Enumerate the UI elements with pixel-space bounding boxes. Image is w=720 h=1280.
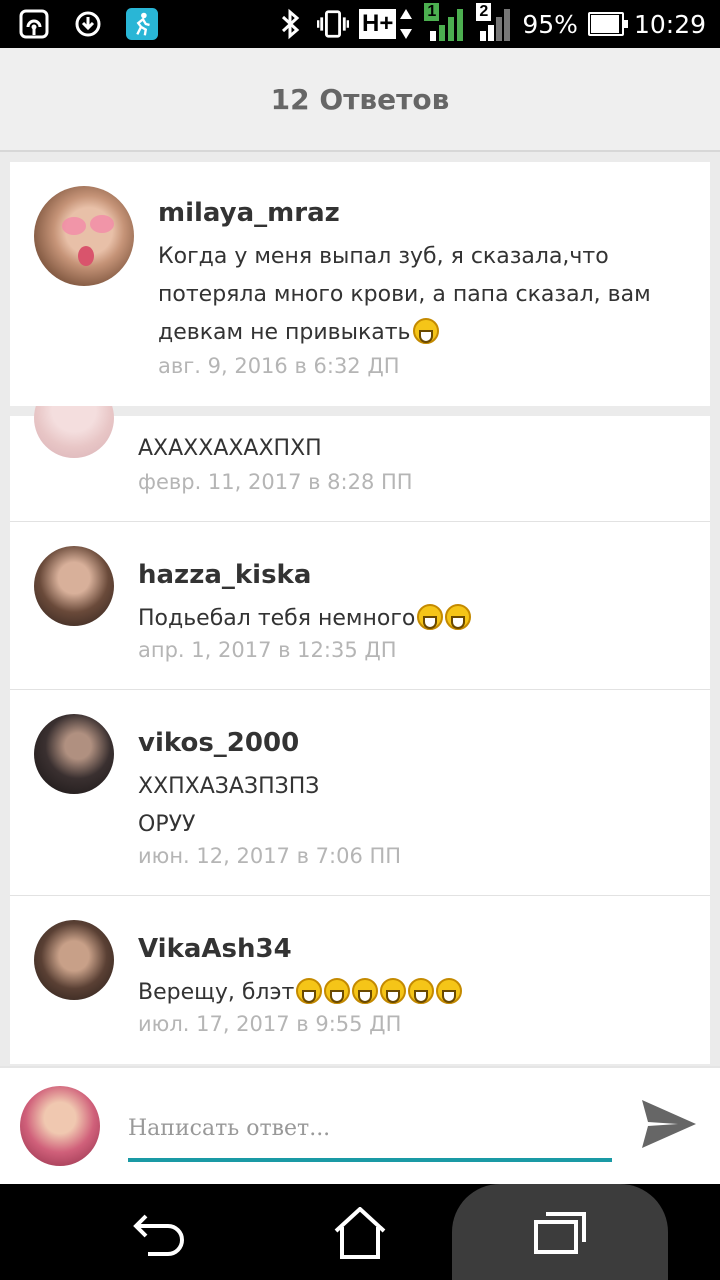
bluetooth-icon <box>275 8 307 40</box>
reply-bar <box>0 1066 720 1184</box>
list-item: vikos_2000 ХХПХАЗАЗПЗПЗ ОРУУ июн. 12, 20… <box>10 690 710 896</box>
vibrate-icon <box>317 8 350 40</box>
reply-list: АХАХХАХАХПХП февр. 11, 2017 в 8:28 ПП ha… <box>10 378 710 1064</box>
back-button[interactable] <box>124 1198 194 1268</box>
signal-icon: 1 <box>424 3 466 41</box>
comment-text: АХАХХАХАХПХП <box>138 436 322 461</box>
list-item: АХАХХАХАХПХП февр. 11, 2017 в 8:28 ПП <box>10 378 710 522</box>
comment-text-line: ОРУУ <box>138 812 196 837</box>
comment-text: Подьебал тебя немного <box>138 600 472 638</box>
home-icon <box>334 1207 386 1259</box>
clock: 10:29 <box>633 9 706 39</box>
battery-icon <box>587 12 628 36</box>
username[interactable]: vikos_2000 <box>138 728 299 758</box>
send-icon <box>642 1100 696 1148</box>
signal-sim2-icon: 2 <box>476 3 512 41</box>
list-item: VikaAsh34 Верещу, блэт июл. 17, 2017 в 9… <box>10 896 710 1064</box>
comment-timestamp: июн. 12, 2017 в 7:06 ПП <box>138 844 402 868</box>
comment-text: Когда у меня выпал зуб, я сказала,что по… <box>158 244 651 345</box>
battery-percent: 95% <box>522 9 578 39</box>
list-item: hazza_kiska Подьебал тебя немного апр. 1… <box>10 522 710 690</box>
avatar[interactable] <box>34 714 114 794</box>
recent-apps-icon <box>534 1212 586 1254</box>
recent-apps-button[interactable] <box>525 1198 595 1268</box>
comment-timestamp: июл. 17, 2017 в 9:55 ДП <box>138 1012 402 1036</box>
grinning-emoji-icon <box>412 318 439 344</box>
fitness-app-icon <box>126 8 158 40</box>
current-user-avatar <box>20 1086 100 1166</box>
home-button[interactable] <box>325 1198 395 1268</box>
grinning-emoji-icon <box>408 978 435 1004</box>
back-icon <box>133 1214 184 1256</box>
data-arrows-icon <box>400 9 413 39</box>
navigation-bar <box>0 1184 720 1280</box>
grinning-emoji-icon <box>324 978 351 1004</box>
comment-text-line: ХХПХАЗАЗПЗПЗ <box>138 774 320 799</box>
username[interactable]: hazza_kiska <box>138 560 311 590</box>
grinning-emoji-icon <box>417 604 444 630</box>
comment-timestamp: февр. 11, 2017 в 8:28 ПП <box>138 470 413 494</box>
grinning-emoji-icon <box>380 978 407 1004</box>
comment-feed[interactable]: milaya_mraz Когда у меня выпал зуб, я ск… <box>10 162 710 1064</box>
original-comment: milaya_mraz Когда у меня выпал зуб, я ск… <box>10 162 710 406</box>
avatar[interactable] <box>34 186 134 286</box>
username[interactable]: VikaAsh34 <box>138 934 292 964</box>
grinning-emoji-icon <box>296 978 323 1004</box>
grinning-emoji-icon <box>352 978 379 1004</box>
status-bar: H+ 1 2 95% 10:29 <box>0 0 720 48</box>
sync-icon <box>72 8 104 40</box>
hotspot-icon <box>18 8 50 40</box>
avatar[interactable] <box>34 920 114 1000</box>
battery-level-fill <box>590 15 620 33</box>
page-title: 12 Ответов <box>270 82 450 116</box>
grinning-emoji-icon <box>445 604 472 630</box>
header: 12 Ответов <box>0 48 720 152</box>
network-type-badge: H+ <box>359 9 397 39</box>
reply-input[interactable] <box>128 1104 612 1162</box>
send-button[interactable] <box>640 1096 698 1152</box>
comment-timestamp: авг. 9, 2016 в 6:32 ДП <box>158 354 400 378</box>
grinning-emoji-icon <box>436 978 463 1004</box>
avatar[interactable] <box>34 546 114 626</box>
username[interactable]: milaya_mraz <box>158 198 340 228</box>
comment-text: Верещу, блэт <box>138 974 463 1012</box>
comment-timestamp: апр. 1, 2017 в 12:35 ДП <box>138 638 397 662</box>
